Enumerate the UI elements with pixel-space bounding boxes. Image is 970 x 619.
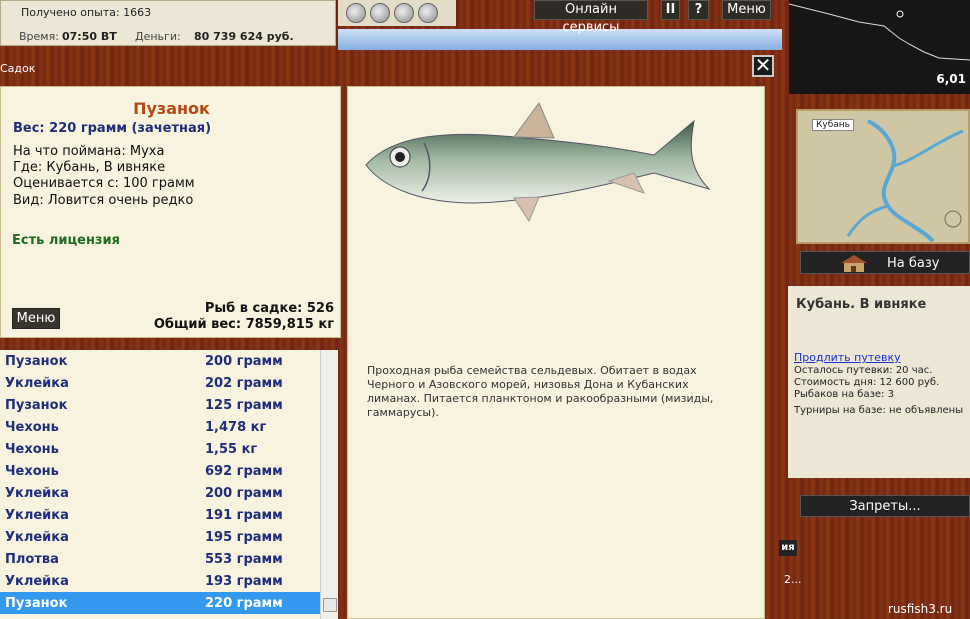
catch-fish-name: Чехонь [5, 464, 59, 479]
catch-fish-name: Уклейка [5, 530, 69, 545]
rated-from: Оценивается с: 100 грамм [13, 176, 195, 192]
fish-description: Проходная рыба семейства сельдевых. Обит… [367, 364, 714, 419]
window-title: Садок [0, 62, 36, 75]
reel-icon[interactable] [370, 3, 390, 23]
catch-fish-weight: 220 грамм [205, 596, 283, 611]
window-title-bar: Садок [0, 59, 779, 80]
location-title: Кубань. В ивняке [796, 297, 927, 312]
fish-name: Пузанок [133, 99, 210, 118]
catch-fish-name: Уклейка [5, 376, 69, 391]
house-icon [841, 255, 867, 272]
fish-weight: Вес: 220 грамм (зачетная) [13, 121, 212, 136]
catch-fish-name: Плотва [5, 552, 59, 567]
depth-value: 6,01 [936, 72, 966, 86]
catch-fish-name: Уклейка [5, 486, 69, 501]
time-label: Время: [19, 30, 59, 43]
reel-icon[interactable] [418, 3, 438, 23]
money-label: Деньги: [135, 30, 181, 43]
catch-fish-name: Пузанок [5, 398, 68, 413]
catch-fish-weight: 1,478 кг [205, 420, 267, 435]
fish-illustration [365, 101, 711, 223]
catch-list-scrollbar[interactable] [320, 350, 338, 619]
fish-kind: Вид: Ловится очень редко [13, 192, 194, 208]
catch-fish-name: Пузанок [5, 354, 68, 369]
tackle-icons-bar [338, 0, 456, 26]
player-stats-panel: Получено опыта: 1663 Время: 07:50 ВТ Ден… [0, 0, 336, 46]
catch-fish-weight: 195 грамм [205, 530, 283, 545]
bans-button[interactable]: Запреты... [800, 495, 970, 517]
catch-fish-weight: 200 грамм [205, 354, 283, 369]
list-item[interactable]: Уклейка 193 грамм [0, 570, 320, 592]
list-item[interactable]: Уклейка 200 грамм [0, 482, 320, 504]
scrollbar-thumb[interactable] [323, 598, 337, 612]
catch-fish-weight: 125 грамм [205, 398, 283, 413]
permit-info: Осталось путевки: 20 час. Стоимость дня:… [794, 365, 939, 401]
fish-count: Рыб в садке: 526 [204, 301, 334, 316]
close-button[interactable]: ✕ [752, 55, 774, 77]
watermark: rusfish3.ru [888, 602, 953, 616]
catch-fish-name: Пузанок [5, 596, 68, 611]
catch-fish-weight: 553 грамм [205, 552, 283, 567]
side-tab-chip[interactable]: ия [779, 540, 797, 556]
permit-remaining: Осталось путевки: 20 час. [794, 365, 933, 376]
tournaments-info: Турниры на базе: не объявлены [794, 405, 964, 416]
side-text-fragment: 2... [784, 573, 802, 586]
money-value: 80 739 624 руб. [194, 30, 294, 43]
catch-fish-name: Чехонь [5, 420, 59, 435]
catch-fish-name: Уклейка [5, 574, 69, 589]
to-base-button[interactable]: На базу [800, 251, 970, 274]
list-item[interactable]: Уклейка 195 грамм [0, 526, 320, 548]
time-value: 07:50 ВТ [62, 30, 117, 43]
anglers-at-base: Рыбаков на базе: 3 [794, 389, 894, 400]
list-item[interactable]: Пузанок 200 грамм [0, 350, 320, 372]
experience-text: Получено опыта: 1663 [21, 6, 152, 19]
keep-net-summary: Рыб в садке: 526 Общий вес: 7859,815 кг [154, 301, 334, 332]
catch-fish-weight: 193 грамм [205, 574, 283, 589]
water-view-strip [338, 29, 782, 50]
map-location-tag: Кубань [812, 119, 854, 131]
help-button[interactable]: ? [688, 0, 709, 20]
reel-icon[interactable] [346, 3, 366, 23]
list-item[interactable]: Пузанок 125 грамм [0, 394, 320, 416]
catch-fish-weight: 191 грамм [205, 508, 283, 523]
day-cost: Стоимость дня: 12 600 руб. [794, 377, 940, 388]
online-services-button[interactable]: Онлайн сервисы [534, 0, 648, 35]
pause-button[interactable]: II [661, 0, 680, 20]
list-item[interactable]: Уклейка 202 грамм [0, 372, 320, 394]
location-info-panel: Кубань. В ивняке Продлить путевку Остало… [788, 286, 970, 478]
list-item[interactable]: Чехонь 692 грамм [0, 460, 320, 482]
catch-fish-weight: 200 грамм [205, 486, 283, 501]
catch-fish-weight: 1,55 кг [205, 442, 258, 457]
catch-fish-name: Чехонь [5, 442, 59, 457]
main-menu-button[interactable]: Меню [722, 0, 771, 20]
catch-list[interactable]: Пузанок 200 грамм Уклейка 202 грамм Пузанок 1… [0, 350, 320, 619]
list-item[interactable]: Чехонь 1,478 кг [0, 416, 320, 438]
catch-fish-name: Уклейка [5, 508, 69, 523]
caught-on: На что поймана: Муха [13, 144, 165, 159]
list-item[interactable]: Плотва 553 грамм [0, 548, 320, 570]
fish-details: На что поймана: Муха Где: Кубань, В ивня… [13, 144, 195, 209]
to-base-label: На базу [887, 256, 940, 271]
list-item[interactable]: Уклейка 191 грамм [0, 504, 320, 526]
fish-info-panel: Пузанок Вес: 220 грамм (зачетная) На что… [0, 86, 341, 338]
catch-fish-weight: 202 грамм [205, 376, 283, 391]
list-item[interactable]: Чехонь 1,55 кг [0, 438, 320, 460]
license-status: Есть лицензия [12, 233, 120, 248]
location-map[interactable]: Кубань [796, 109, 970, 244]
total-weight: Общий вес: 7859,815 кг [153, 316, 334, 332]
catch-fish-weight: 692 грамм [205, 464, 283, 479]
list-item[interactable]: Пузанок 220 грамм [0, 592, 320, 614]
fish-menu-button[interactable]: Меню [12, 308, 60, 329]
caught-where: Где: Кубань, В ивняке [13, 160, 166, 176]
extend-permit-link[interactable]: Продлить путевку [794, 351, 901, 364]
depth-map[interactable]: 6,01 [788, 0, 970, 94]
fish-description-panel: Проходная рыба семейства сельдевых. Обит… [347, 86, 765, 619]
reel-icon[interactable] [394, 3, 414, 23]
